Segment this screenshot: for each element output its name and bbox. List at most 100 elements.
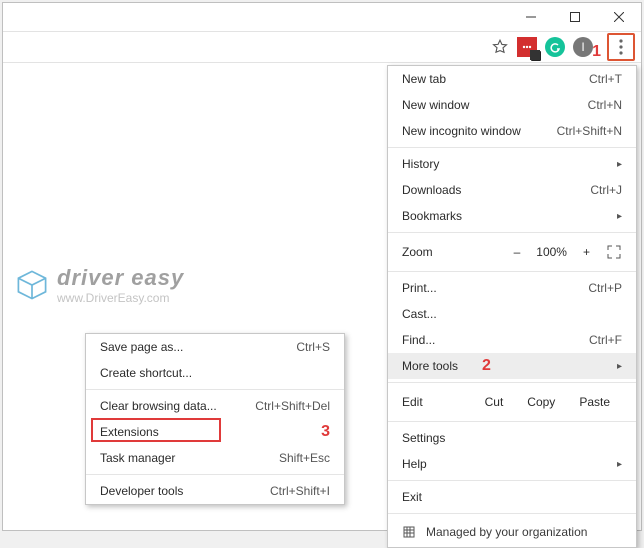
chevron-right-icon: ▸ (617, 159, 622, 170)
menu-separator (388, 232, 636, 233)
extension-badge: 1 (531, 51, 541, 61)
edit-copy-button[interactable]: Copy (515, 395, 567, 409)
callout-one: 1 (592, 43, 601, 61)
watermark-title: driver easy (57, 265, 184, 291)
menu-shortcut: Ctrl+N (588, 98, 622, 112)
close-button[interactable] (597, 3, 641, 31)
menu-label: Bookmarks (402, 209, 462, 223)
extension-grammarly-icon[interactable] (545, 37, 565, 57)
menu-exit[interactable]: Exit (388, 484, 636, 510)
menu-label: New incognito window (402, 124, 521, 138)
menu-label: Zoom (402, 245, 433, 259)
menu-print[interactable]: Print... Ctrl+P (388, 275, 636, 301)
menu-label: Save page as... (100, 340, 183, 354)
menu-shortcut: Shift+Esc (279, 451, 330, 465)
menu-edit: Edit Cut Copy Paste (388, 386, 636, 418)
menu-separator (388, 271, 636, 272)
menu-label: More tools (402, 359, 458, 373)
menu-separator (388, 382, 636, 383)
submenu-extensions[interactable]: Extensions 3 (86, 419, 344, 445)
avatar-letter: I (581, 40, 584, 54)
bookmark-star-icon[interactable] (491, 38, 509, 56)
submenu-create-shortcut[interactable]: Create shortcut... (86, 360, 344, 386)
menu-settings[interactable]: Settings (388, 425, 636, 451)
menu-separator (86, 474, 344, 475)
menu-shortcut: Ctrl+J (590, 183, 622, 197)
menu-label: Exit (402, 490, 422, 504)
maximize-icon (570, 12, 580, 22)
menu-label: Edit (402, 395, 423, 409)
menu-managed[interactable]: Managed by your organization (388, 517, 636, 547)
menu-label: Print... (402, 281, 437, 295)
callout-three: 3 (321, 423, 330, 441)
menu-new-tab[interactable]: New tab Ctrl+T (388, 66, 636, 92)
submenu-clear-browsing-data[interactable]: Clear browsing data... Ctrl+Shift+Del (86, 393, 344, 419)
menu-label: Create shortcut... (100, 366, 192, 380)
menu-label: Task manager (100, 451, 175, 465)
menu-cast[interactable]: Cast... (388, 301, 636, 327)
menu-separator (86, 389, 344, 390)
menu-label: Clear browsing data... (100, 399, 217, 413)
submenu-task-manager[interactable]: Task manager Shift+Esc (86, 445, 344, 471)
more-tools-submenu: Save page as... Ctrl+S Create shortcut..… (85, 333, 345, 505)
browser-window: 1 I driver easy www.DriverEasy.com 1 New… (2, 2, 642, 531)
chevron-right-icon: ▸ (617, 211, 622, 222)
kebab-icon (619, 39, 623, 55)
fullscreen-icon[interactable] (606, 244, 622, 260)
close-icon (614, 12, 624, 22)
menu-separator (388, 147, 636, 148)
menu-zoom: Zoom – 100% + (388, 236, 636, 268)
menu-new-incognito[interactable]: New incognito window Ctrl+Shift+N (388, 118, 636, 144)
watermark: driver easy www.DriverEasy.com (15, 265, 184, 305)
edit-cut-button[interactable]: Cut (473, 395, 516, 409)
submenu-developer-tools[interactable]: Developer tools Ctrl+Shift+I (86, 478, 344, 504)
kebab-menu-button[interactable] (607, 33, 635, 61)
menu-label: Find... (402, 333, 435, 347)
dots-icon (521, 41, 533, 53)
menu-label: Cast... (402, 307, 437, 321)
building-icon (402, 525, 416, 539)
submenu-save-page[interactable]: Save page as... Ctrl+S (86, 334, 344, 360)
g-arrow-icon (549, 41, 561, 53)
menu-label: New window (402, 98, 469, 112)
menu-more-tools[interactable]: More tools 2 ▸ (388, 353, 636, 379)
menu-separator (388, 421, 636, 422)
zoom-in-button[interactable]: + (583, 245, 590, 259)
menu-separator (388, 513, 636, 514)
menu-shortcut: Ctrl+Shift+N (557, 124, 622, 138)
menu-label: New tab (402, 72, 446, 86)
menu-shortcut: Ctrl+Shift+Del (255, 399, 330, 413)
menu-label: Extensions (100, 425, 159, 439)
menu-separator (388, 480, 636, 481)
menu-shortcut: Ctrl+P (588, 281, 622, 295)
zoom-out-button[interactable]: – (514, 245, 521, 259)
menu-label: Developer tools (100, 484, 183, 498)
drivereasy-logo-icon (15, 268, 49, 302)
menu-label: History (402, 157, 439, 171)
menu-history[interactable]: History ▸ (388, 151, 636, 177)
menu-shortcut: Ctrl+T (589, 72, 622, 86)
menu-help[interactable]: Help ▸ (388, 451, 636, 477)
menu-bookmarks[interactable]: Bookmarks ▸ (388, 203, 636, 229)
menu-label: Help (402, 457, 427, 471)
menu-shortcut: Ctrl+Shift+I (270, 484, 330, 498)
chrome-main-menu: New tab Ctrl+T New window Ctrl+N New inc… (387, 65, 637, 548)
extension-lastpass-icon[interactable]: 1 (517, 37, 537, 57)
callout-two: 2 (482, 357, 491, 375)
edit-paste-button[interactable]: Paste (567, 395, 622, 409)
menu-shortcut: Ctrl+F (589, 333, 622, 347)
menu-shortcut: Ctrl+S (296, 340, 330, 354)
minimize-icon (526, 12, 536, 22)
window-titlebar (3, 3, 641, 31)
menu-find[interactable]: Find... Ctrl+F (388, 327, 636, 353)
minimize-button[interactable] (509, 3, 553, 31)
browser-toolbar: 1 I (3, 31, 641, 63)
menu-label: Managed by your organization (426, 525, 587, 539)
zoom-value: 100% (536, 245, 567, 259)
profile-avatar[interactable]: I (573, 37, 593, 57)
menu-new-window[interactable]: New window Ctrl+N (388, 92, 636, 118)
maximize-button[interactable] (553, 3, 597, 31)
menu-downloads[interactable]: Downloads Ctrl+J (388, 177, 636, 203)
menu-label: Settings (402, 431, 445, 445)
menu-label: Downloads (402, 183, 461, 197)
